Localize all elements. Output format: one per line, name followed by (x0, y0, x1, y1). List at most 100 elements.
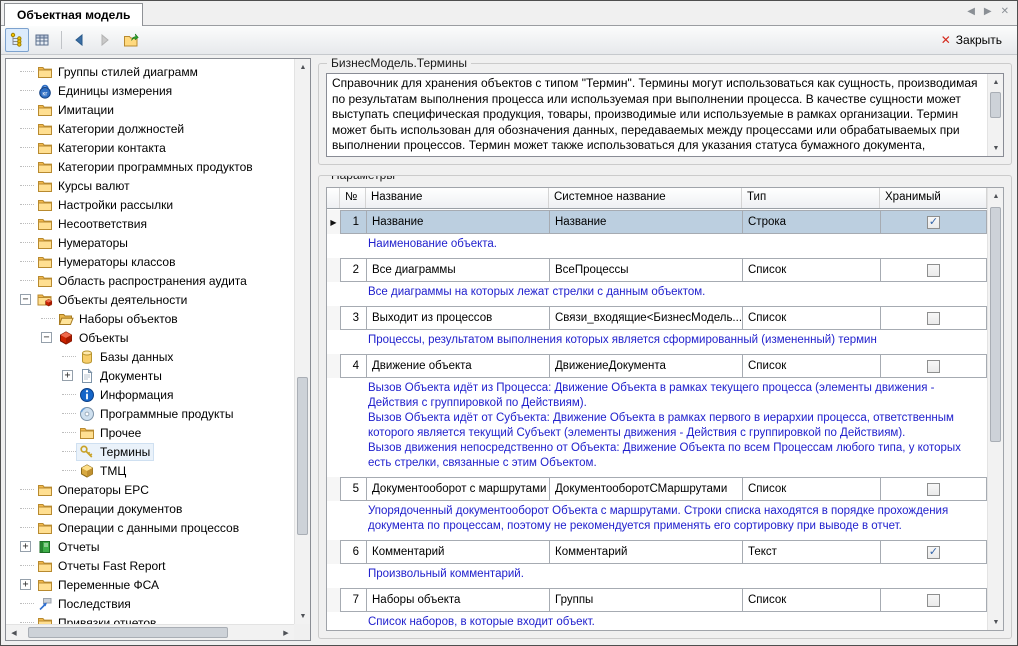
tree-item[interactable]: Категории должностей (6, 119, 294, 138)
tree-item[interactable]: Операции с данными процессов (6, 518, 294, 537)
stored-checkbox[interactable] (927, 594, 940, 607)
param-num: 3 (340, 306, 367, 330)
tree-item[interactable]: Настройки рассылки (6, 195, 294, 214)
tree-item[interactable]: Категории программных продуктов (6, 157, 294, 176)
tree-item[interactable]: Программные продукты (6, 404, 294, 423)
info-text-area: Справочник для хранения объектов с типом… (326, 73, 1004, 157)
param-description: Список наборов, в которые входит объект. (327, 612, 987, 630)
open-folder-button[interactable] (120, 28, 144, 52)
tree-vertical-scrollbar[interactable]: ▲ ▼ (294, 59, 310, 624)
collapse-icon[interactable]: − (20, 294, 31, 305)
close-button[interactable]: ✕ Закрыть (934, 29, 1009, 51)
tree-connector (62, 394, 76, 395)
tree-connector (20, 565, 34, 566)
column-header-name[interactable]: Название (366, 188, 549, 208)
param-row[interactable]: 2Все диаграммыВсеПроцессыСписок (327, 258, 987, 282)
tree-item[interactable]: Отчеты Fast Report (6, 556, 294, 575)
tree-item[interactable]: Категории контакта (6, 138, 294, 157)
column-header-type[interactable]: Тип (742, 188, 880, 208)
tree-item[interactable]: Область распространения аудита (6, 271, 294, 290)
tree-item-label: Нумераторы (58, 236, 128, 250)
scroll-right-icon[interactable]: ▶ (278, 625, 294, 641)
param-stored-cell (880, 258, 987, 282)
tree-item[interactable]: Имитации (6, 100, 294, 119)
tree-item[interactable]: Базы данных (6, 347, 294, 366)
expand-icon[interactable]: + (20, 541, 31, 552)
stored-checkbox[interactable] (927, 264, 940, 277)
scroll-up-icon[interactable]: ▲ (295, 59, 311, 75)
column-header-stored[interactable]: Хранимый (880, 188, 987, 208)
tree-item[interactable]: Привязки отчетов (6, 613, 294, 624)
tree-item[interactable]: Прочее (6, 423, 294, 442)
table-view-button[interactable] (31, 28, 55, 52)
back-button[interactable] (68, 28, 92, 52)
toolbar-separator (61, 31, 62, 49)
tree-item[interactable]: ТМЦ (6, 461, 294, 480)
expand-icon[interactable]: + (62, 370, 73, 381)
tab-scroll-right-icon[interactable]: ▶ (984, 6, 992, 17)
tab-scroll-left-icon[interactable]: ◀ (967, 6, 975, 17)
tab-object-model[interactable]: Объектная модель (4, 3, 143, 26)
tree-item[interactable]: +Документы (6, 366, 294, 385)
tree-item[interactable]: Последствия (6, 594, 294, 613)
collapse-icon[interactable]: − (41, 332, 52, 343)
stored-checkbox[interactable] (927, 312, 940, 325)
tree-item[interactable]: Группы стилей диаграмм (6, 62, 294, 81)
main-area: Группы стилей диаграммкгЕдиницы измерени… (1, 55, 1017, 645)
tree-item[interactable]: Курсы валют (6, 176, 294, 195)
tab-close-icon[interactable]: ✕ (1001, 6, 1009, 17)
tree-item-label: Информация (100, 388, 173, 402)
param-row[interactable]: 4Движение объектаДвижениеДокументаСписок (327, 354, 987, 378)
tree-item[interactable]: +Переменные ФСА (6, 575, 294, 594)
row-marker-gutter (327, 540, 340, 564)
param-row[interactable]: 6КомментарийКомментарийТекст✓ (327, 540, 987, 564)
stored-checkbox[interactable] (927, 483, 940, 496)
params-vertical-scrollbar[interactable]: ▲ ▼ (987, 188, 1003, 630)
tree-item[interactable]: Нумераторы классов (6, 252, 294, 271)
stored-checkbox[interactable] (927, 360, 940, 373)
param-row[interactable]: 3Выходит из процессовСвязи_входящие<Бизн… (327, 306, 987, 330)
tree-panel: Группы стилей диаграммкгЕдиницы измерени… (5, 58, 311, 641)
scroll-down-icon[interactable]: ▼ (988, 140, 1004, 156)
tree-item[interactable]: Информация (6, 385, 294, 404)
folder-open-icon (58, 311, 75, 327)
tree-item-label: Категории должностей (58, 122, 184, 136)
stored-checkbox[interactable]: ✓ (927, 216, 940, 229)
tree-item[interactable]: −Объекты (6, 328, 294, 347)
tree-item[interactable]: −Объекты деятельности (6, 290, 294, 309)
column-header-sysname[interactable]: Системное название (549, 188, 742, 208)
expand-icon[interactable]: + (20, 579, 31, 590)
params-vscroll-thumb[interactable] (990, 207, 1001, 442)
scroll-up-icon[interactable]: ▲ (988, 74, 1004, 90)
tree-item[interactable]: Операторы EPC (6, 480, 294, 499)
tree-item[interactable]: кгЕдиницы измерения (6, 81, 294, 100)
param-name: Наборы объекта (366, 588, 550, 612)
info-vertical-scrollbar[interactable]: ▲ ▼ (987, 74, 1003, 156)
tree-view-button[interactable] (5, 28, 29, 52)
param-row[interactable]: 7Наборы объектаГруппыСписок (327, 588, 987, 612)
param-type: Список (742, 477, 881, 501)
tree-horizontal-scrollbar[interactable]: ◀ ▶ (6, 624, 294, 640)
param-row[interactable]: ▶1НазваниеНазваниеСтрока✓ (327, 210, 987, 234)
tree-item[interactable]: Нумераторы (6, 233, 294, 252)
tree-vscroll-thumb[interactable] (297, 377, 308, 535)
tree-item[interactable]: Несоответствия (6, 214, 294, 233)
tree-item[interactable]: Операции документов (6, 499, 294, 518)
tree-item[interactable]: Термины (6, 442, 294, 461)
param-row[interactable]: 5Документооборот с маршрутамиДокументооб… (327, 477, 987, 501)
scroll-up-icon[interactable]: ▲ (988, 188, 1004, 204)
scroll-left-icon[interactable]: ◀ (6, 625, 22, 641)
row-marker-gutter (327, 477, 340, 501)
stored-checkbox[interactable]: ✓ (927, 546, 940, 559)
tree-item[interactable]: Наборы объектов (6, 309, 294, 328)
tree-hscroll-thumb[interactable] (28, 627, 228, 638)
scroll-down-icon[interactable]: ▼ (988, 614, 1004, 630)
scroll-down-icon[interactable]: ▼ (295, 608, 311, 624)
column-header-num[interactable]: № (340, 188, 366, 208)
app-window: Объектная модель ◀ ▶ ✕ ✕ Закрыть (0, 0, 1018, 646)
open-folder-icon (123, 32, 140, 48)
forward-button[interactable] (94, 28, 118, 52)
tree-item[interactable]: +Отчеты (6, 537, 294, 556)
param-name: Движение объекта (366, 354, 550, 378)
info-vscroll-thumb[interactable] (990, 92, 1001, 118)
